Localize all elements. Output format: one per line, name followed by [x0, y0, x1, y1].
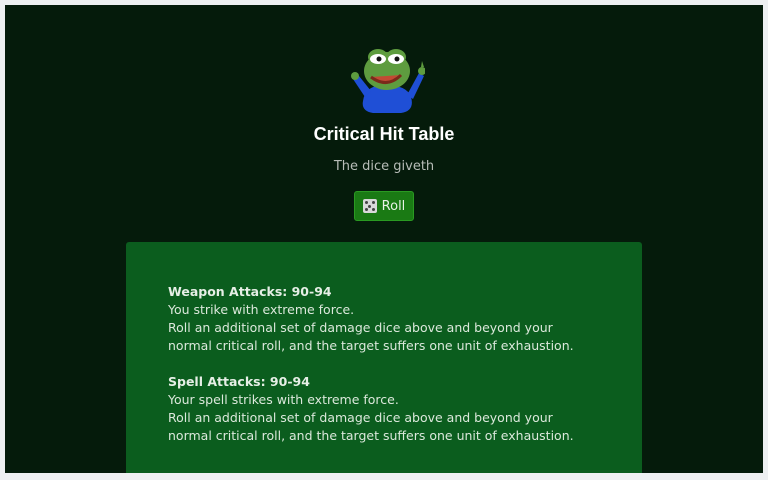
- spell-attacks-heading: Spell Attacks: 90-94: [168, 374, 310, 389]
- weapon-attacks-heading: Weapon Attacks: 90-94: [168, 284, 332, 299]
- page-subtitle: The dice giveth: [333, 159, 435, 174]
- weapon-attacks-section: Weapon Attacks: 90-94 You strike with ex…: [168, 283, 600, 355]
- roll-button[interactable]: Roll: [354, 191, 414, 221]
- page-title: Critical Hit Table: [313, 124, 455, 144]
- weapon-attacks-line1: You strike with extreme force.: [168, 302, 355, 317]
- spell-attacks-section: Spell Attacks: 90-94 Your spell strikes …: [168, 373, 600, 445]
- app-frame: Critical Hit Table The dice giveth Roll …: [5, 5, 763, 473]
- roll-button-label: Roll: [381, 198, 406, 214]
- pepe-frog-icon: [351, 49, 425, 113]
- dice-icon: [362, 199, 377, 213]
- weapon-attacks-line2: Roll an additional set of damage dice ab…: [168, 320, 574, 353]
- spell-attacks-line1: Your spell strikes with extreme force.: [168, 392, 399, 407]
- spell-attacks-line2: Roll an additional set of damage dice ab…: [168, 410, 574, 443]
- result-card: Weapon Attacks: 90-94 You strike with ex…: [126, 242, 642, 473]
